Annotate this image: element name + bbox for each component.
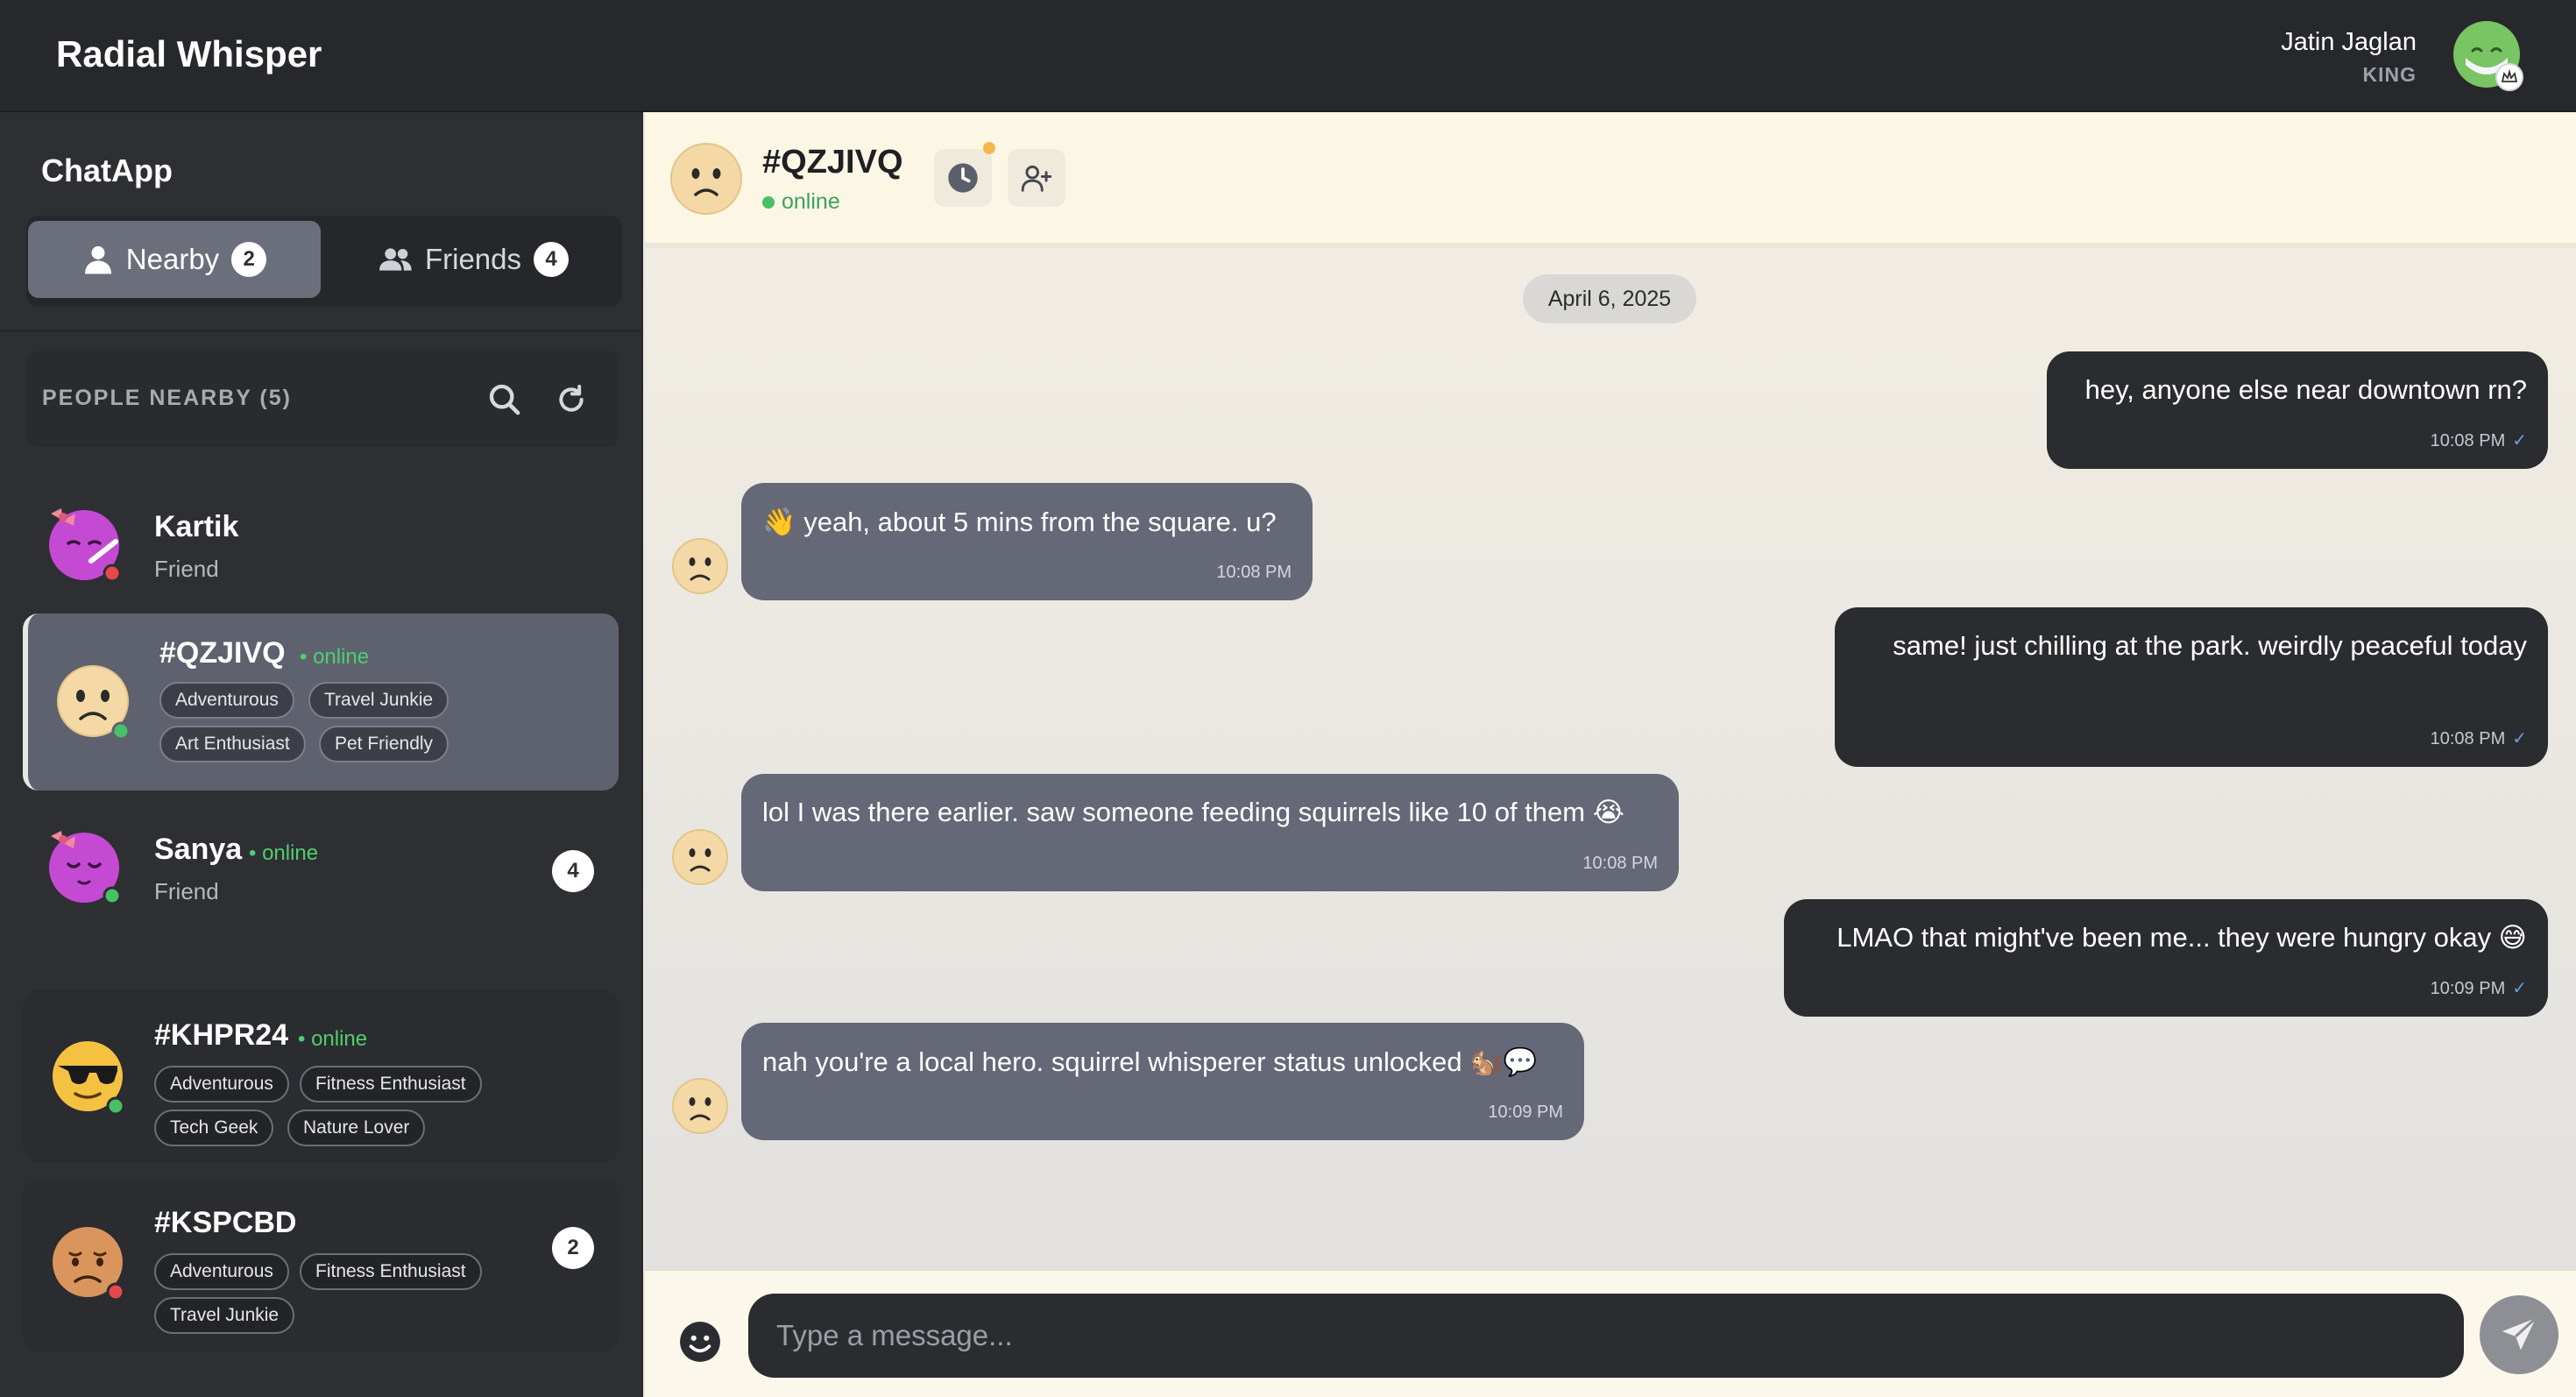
- message-time: 10:09 PM ✓: [2430, 979, 2527, 998]
- message-text: hey, anyone else near downtown rn?: [2084, 374, 2527, 405]
- message-incoming[interactable]: nah you're a local hero. squirrel whispe…: [741, 1023, 1584, 1140]
- person-tag: Art Enthusiast: [159, 726, 306, 762]
- person-name: Sanya: [154, 833, 243, 866]
- message-time: 10:09 PM: [1488, 1103, 1563, 1122]
- avatar-khpr24: [53, 1041, 125, 1116]
- person-tag: Travel Junkie: [308, 682, 449, 719]
- person-tag: Adventurous: [154, 1066, 289, 1103]
- nearby-title: PEOPLE NEARBY (5): [42, 386, 292, 410]
- message-text: lol I was there earlier. saw someone fee…: [762, 797, 1624, 827]
- unread-badge: 2: [552, 1227, 594, 1269]
- person-tag: Adventurous: [159, 682, 294, 719]
- person-online: • online: [300, 645, 370, 669]
- avatar-kspcbd: [53, 1227, 125, 1301]
- read-tick-icon: ✓: [2512, 979, 2527, 998]
- chat-contact-status: online: [762, 189, 840, 215]
- tab-nearby-count: 2: [231, 242, 267, 277]
- person-tag: Pet Friendly: [319, 726, 449, 762]
- message-incoming[interactable]: 👋 yeah, about 5 mins from the square. u?…: [741, 483, 1313, 600]
- date-separator: April 6, 2025: [1523, 274, 1696, 323]
- user-name: Jatin Jaglan: [2281, 28, 2417, 56]
- sender-avatar: [672, 1078, 728, 1134]
- chat-status-label: online: [782, 189, 840, 214]
- sidebar: ChatApp Nearby 2 Friends 4 PEOPLE NEARBY…: [0, 112, 643, 1397]
- read-tick-icon: ✓: [2512, 729, 2527, 748]
- message-time: 10:08 PM ✓: [2430, 729, 2527, 748]
- read-tick-icon: ✓: [2512, 431, 2527, 450]
- avatar-kartik: [49, 508, 122, 583]
- person-name: #KHPR24: [154, 1018, 289, 1052]
- message-text: 👋 yeah, about 5 mins from the square. u?: [762, 507, 1277, 537]
- message-time: 10:08 PM: [1582, 854, 1658, 873]
- person-tag: Tech Geek: [154, 1110, 274, 1146]
- message-time: 10:08 PM ✓: [2430, 431, 2527, 450]
- brand-title: Radial Whisper: [56, 33, 322, 74]
- message-list[interactable]: April 6, 2025 hey, anyone else near down…: [645, 248, 2576, 1269]
- person-name: #QZJIVQ: [159, 636, 286, 670]
- person-tag: Adventurous: [154, 1253, 289, 1290]
- nearby-header: PEOPLE NEARBY (5): [26, 351, 619, 447]
- user-info[interactable]: Jatin Jaglan KING: [2281, 25, 2417, 89]
- person-online: • online: [298, 1027, 368, 1051]
- message-text: same! just chilling at the park. weirdly…: [1893, 630, 2527, 661]
- message-time: 10:08 PM: [1216, 563, 1292, 582]
- clock-icon: [948, 163, 978, 193]
- person-subtitle: Friend: [154, 878, 219, 904]
- message-outgoing[interactable]: same! just chilling at the park. weirdly…: [1835, 607, 2548, 767]
- refresh-icon[interactable]: [554, 382, 589, 417]
- tab-friends-label: Friends: [424, 243, 522, 275]
- unread-badge: 4: [552, 850, 594, 892]
- person-name: #KSPCBD: [154, 1206, 297, 1239]
- tab-friends[interactable]: Friends 4: [329, 221, 619, 298]
- message-incoming[interactable]: lol I was there earlier. saw someone fee…: [741, 774, 1679, 891]
- user-avatar[interactable]: [2452, 19, 2523, 91]
- tab-friends-count: 4: [534, 242, 570, 277]
- top-bar: Radial Whisper Jatin Jaglan KING: [0, 0, 2576, 112]
- avatar-qzjivq: [57, 665, 131, 741]
- app-title: ChatApp: [41, 152, 173, 188]
- sender-avatar: [672, 538, 728, 594]
- sidebar-divider: [0, 330, 641, 332]
- person-tag: Travel Junkie: [154, 1297, 295, 1334]
- users-icon: [379, 248, 412, 271]
- smiley-icon[interactable]: [678, 1320, 722, 1364]
- history-button[interactable]: [934, 142, 995, 207]
- crown-icon: [2495, 63, 2523, 91]
- person-tag: Fitness Enthusiast: [300, 1253, 482, 1290]
- person-item-khpr24[interactable]: #KHPR24 • online Adventurous Fitness Ent…: [23, 990, 619, 1162]
- person-item-qzjivq[interactable]: #QZJIVQ • online Adventurous Travel Junk…: [23, 613, 619, 791]
- user-icon: [84, 246, 111, 274]
- message-outgoing[interactable]: hey, anyone else near downtown rn? 10:08…: [2047, 351, 2548, 469]
- message-composer: [645, 1269, 2576, 1397]
- message-outgoing[interactable]: LMAO that might've been me... they were …: [1784, 899, 2548, 1017]
- user-role: KING: [2362, 63, 2417, 86]
- person-item-sanya[interactable]: Sanya • online Friend 4: [23, 799, 619, 971]
- message-input[interactable]: [748, 1294, 2464, 1378]
- person-tag: Fitness Enthusiast: [300, 1066, 482, 1103]
- search-icon[interactable]: [487, 382, 522, 417]
- send-icon: [2502, 1316, 2537, 1351]
- chat-contact-name: #QZJIVQ: [762, 144, 903, 181]
- person-online: • online: [249, 841, 319, 865]
- person-item-kspcbd[interactable]: #KSPCBD Adventurous Fitness Enthusiast T…: [23, 1180, 619, 1351]
- person-subtitle: Friend: [154, 556, 219, 582]
- notification-dot: [983, 142, 995, 154]
- sidebar-tabs: Nearby 2 Friends 4: [26, 216, 622, 307]
- message-text: nah you're a local hero. squirrel whispe…: [762, 1046, 1538, 1077]
- tab-nearby-label: Nearby: [125, 243, 220, 275]
- message-text: LMAO that might've been me... they were …: [1836, 922, 2527, 953]
- send-button[interactable]: [2480, 1295, 2558, 1374]
- online-dot: [762, 195, 775, 209]
- chat-avatar[interactable]: [669, 142, 743, 216]
- tab-nearby[interactable]: Nearby 2: [28, 221, 321, 298]
- person-name: Kartik: [154, 510, 239, 543]
- add-friend-button[interactable]: [1008, 149, 1065, 207]
- chat-header: #QZJIVQ online: [645, 112, 2576, 245]
- person-tag: Nature Lover: [287, 1110, 426, 1146]
- sender-avatar: [672, 829, 728, 885]
- user-plus-icon: [1021, 165, 1052, 192]
- avatar-sanya: [49, 831, 122, 905]
